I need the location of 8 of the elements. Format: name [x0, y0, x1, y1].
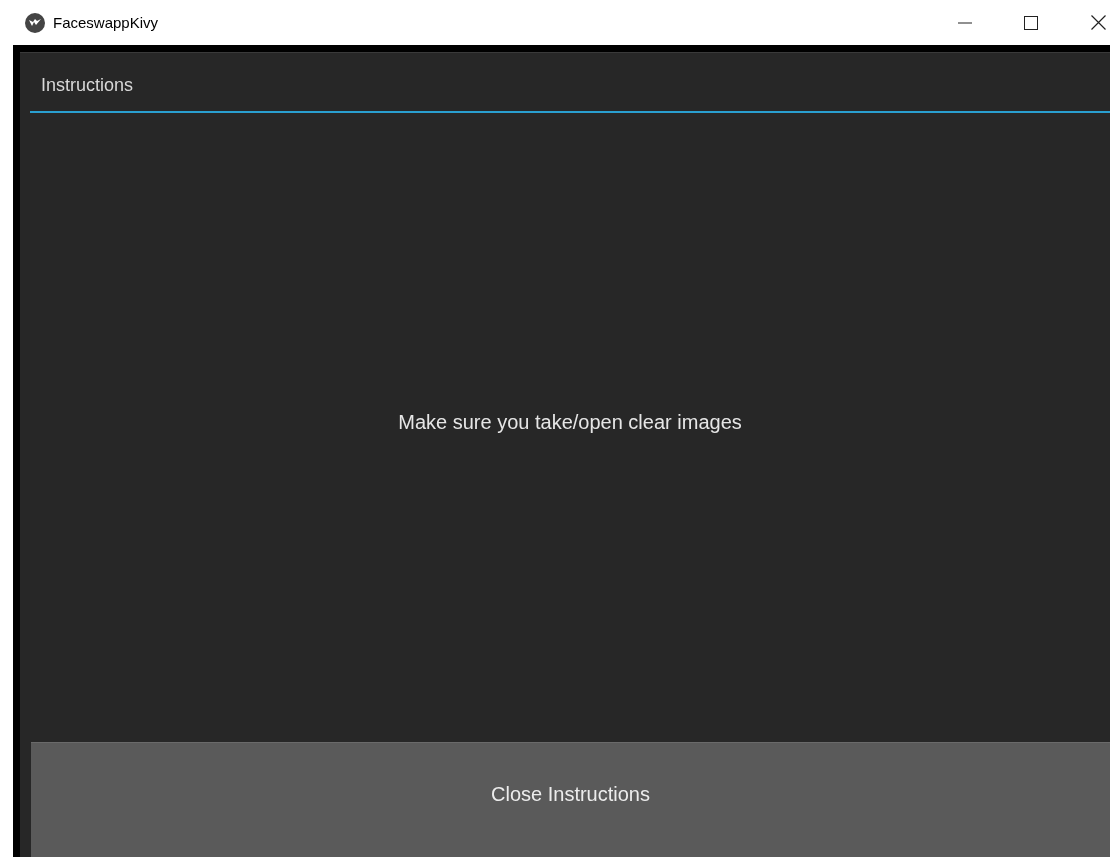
- instruction-text: Make sure you take/open clear images: [398, 411, 742, 434]
- window-title: FaceswappKivy: [53, 14, 159, 31]
- maximize-icon: [1024, 15, 1038, 30]
- close-icon: [1091, 15, 1106, 30]
- app-logo-icon: [25, 12, 45, 33]
- popup-title: Instructions: [40, 74, 135, 97]
- minimize-icon: [958, 21, 972, 24]
- close-instructions-button[interactable]: Close Instructions: [31, 742, 1110, 857]
